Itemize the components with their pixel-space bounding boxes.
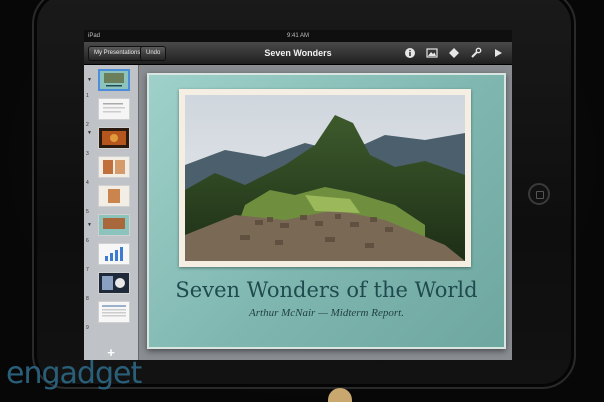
slide-number: 1 (86, 93, 89, 99)
undo-button[interactable]: Undo (140, 46, 167, 61)
ipad-screen: iPad 9:41 AM Seven Wonders My Presentati… (84, 30, 512, 360)
slide-number: 3 (86, 151, 89, 157)
engadget-watermark: engadget (6, 356, 142, 391)
media-icon[interactable] (426, 47, 438, 59)
group-disclosure-icon[interactable]: ▼ (87, 77, 92, 83)
group-disclosure-icon[interactable]: ▼ (87, 130, 92, 136)
slide-title[interactable]: Seven Wonders of the World (149, 278, 504, 302)
slide-subtitle[interactable]: Arthur McNair — Midterm Report. (149, 307, 504, 319)
shapes-icon[interactable] (448, 47, 460, 59)
slide-number: 9 (86, 325, 89, 331)
slide-thumbnail-9[interactable] (98, 301, 130, 323)
slide-thumbnail-2[interactable] (98, 98, 130, 120)
group-disclosure-icon[interactable]: ▼ (87, 222, 92, 228)
slide-number: 5 (86, 209, 89, 215)
slide-thumbnail-4[interactable] (98, 156, 130, 178)
slide-thumbnail-5[interactable] (98, 185, 130, 207)
slide-thumbnail-6[interactable] (98, 214, 130, 236)
slide-thumbnail-1[interactable] (98, 69, 130, 91)
slide-number: 6 (86, 238, 89, 244)
play-icon[interactable] (492, 47, 504, 59)
clock: 9:41 AM (286, 33, 309, 39)
slide-thumbnail-7[interactable] (98, 243, 130, 265)
slide-navigator: ▼ 1 2 ▼ 3 4 5 ▼ 6 7 8 9 + (84, 65, 139, 360)
info-icon[interactable] (404, 47, 416, 59)
slide-thumbnail-8[interactable] (98, 272, 130, 294)
toolbar: Seven Wonders My Presentations Undo (84, 42, 512, 65)
home-button[interactable] (528, 183, 550, 205)
machu-picchu-photo (185, 95, 465, 261)
my-presentations-button[interactable]: My Presentations (88, 46, 147, 61)
slide-thumbnail-3[interactable] (98, 127, 130, 149)
status-bar: iPad 9:41 AM (84, 30, 512, 42)
slide-number: 7 (86, 267, 89, 273)
slide-number: 4 (86, 180, 89, 186)
slide-number: 8 (86, 296, 89, 302)
slide-number: 2 (86, 122, 89, 128)
slide-photo-frame[interactable] (179, 89, 471, 267)
current-slide[interactable]: Seven Wonders of the World Arthur McNair… (147, 73, 506, 349)
tools-icon[interactable] (470, 47, 482, 59)
slide-canvas: Seven Wonders of the World Arthur McNair… (139, 65, 512, 360)
